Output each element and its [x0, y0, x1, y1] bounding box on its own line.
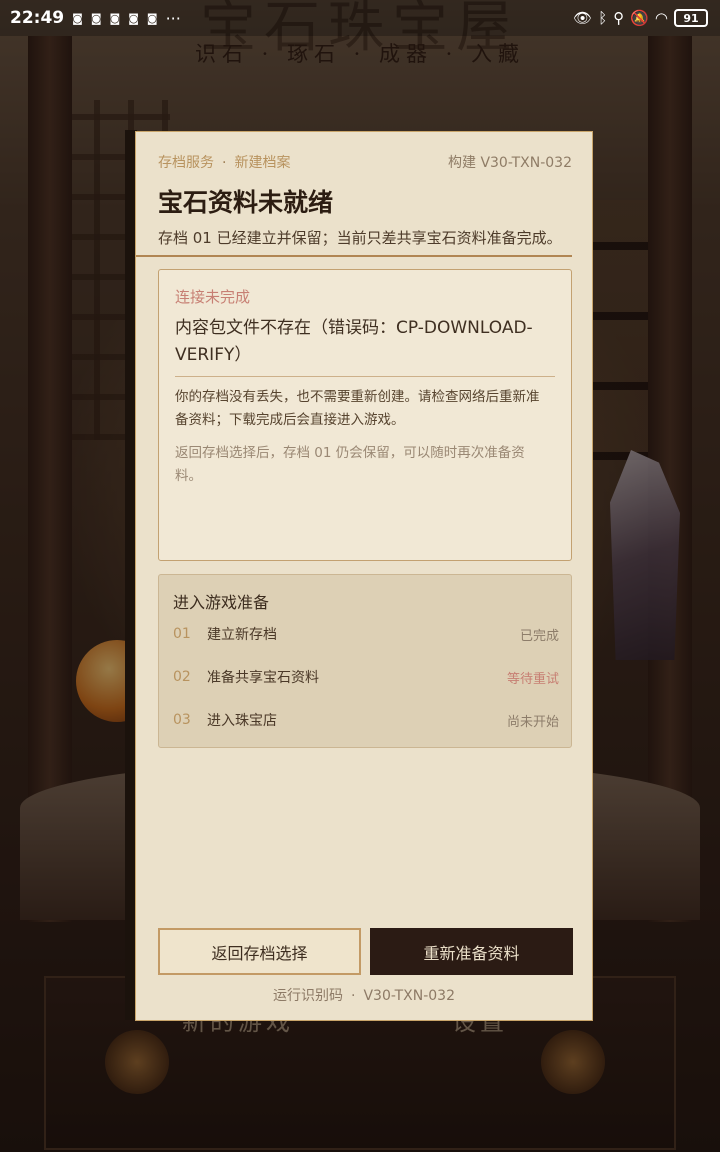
step-number: 02: [173, 669, 191, 685]
step-name: 建立新存档: [207, 627, 277, 643]
wifi-icon: ◠: [654, 9, 668, 27]
step-number: 01: [173, 626, 191, 642]
retry-prepare-button[interactable]: 重新准备资料: [370, 928, 573, 975]
app-notification-icon: ◙: [146, 11, 158, 25]
error-description: 你的存档没有丢失，也不需要重新创建。请检查网络后重新准备资料；下载完成后会直接进…: [175, 389, 540, 428]
step-name: 进入珠宝店: [207, 713, 277, 729]
header-divider: [136, 255, 572, 257]
back-to-save-select-button[interactable]: 返回存档选择: [158, 928, 361, 975]
more-notifications-icon: ···: [165, 8, 181, 28]
step-item: 01 建立新存档 已完成: [173, 622, 559, 646]
error-card: 连接未完成 内容包文件不存在（错误码：CP-DOWNLOAD-VERIFY） 你…: [158, 269, 572, 561]
status-time: 22:49: [10, 8, 65, 28]
breadcrumb-item: 存档服务: [158, 155, 214, 171]
breadcrumb-item: 新建档案: [234, 155, 291, 171]
app-notification-icon: ◙: [72, 11, 83, 25]
breadcrumb-separator: ·: [222, 155, 227, 171]
build-version: 构建 V30-TXN-032: [448, 155, 572, 171]
app-notification-icon: ◙: [109, 11, 121, 25]
dialog-subtitle: 存档 01 已经建立并保留；当前只差共享宝石资料准备完成。: [158, 229, 562, 247]
battery-icon: 91: [674, 9, 708, 27]
step-item: 03 进入珠宝店 尚未开始: [173, 708, 559, 732]
error-divider: [175, 376, 555, 377]
save-data-dialog: 存档服务 · 新建档案 构建 V30-TXN-032 宝石资料未就绪 存档 01 已…: [135, 131, 593, 1021]
runtime-separator: ·: [351, 988, 356, 1004]
status-bar: 22:49 ◙ ◙ ◙ ◙ ◙ ··· 👁 ᛒ ⚲ 🔕 ◠ 91: [0, 0, 720, 36]
step-status: 已完成: [519, 628, 559, 644]
runtime-code: V30-TXN-032: [363, 988, 455, 1004]
eye-icon: 👁: [573, 9, 593, 27]
step-status: 尚未开始: [506, 714, 559, 730]
location-icon: ⚲: [613, 9, 625, 27]
app-notification-icon: ◙: [90, 11, 102, 25]
error-note: 返回存档选择后，存档 01 仍会保留，可以随时再次准备资料。: [175, 445, 525, 484]
breadcrumb: 存档服务 · 新建档案: [158, 152, 290, 172]
app-notification-icon: ◙: [128, 11, 139, 25]
progress-steps: 进入游戏准备 01 建立新存档 已完成 02 准备共享宝石资料 等待重试 03 …: [158, 574, 572, 748]
error-label: 连接未完成: [175, 288, 251, 306]
error-message: 内容包文件不存在（错误码：CP-DOWNLOAD-VERIFY）: [175, 318, 533, 365]
bluetooth-icon: ᛒ: [598, 9, 608, 27]
runtime-label: 运行识别码: [273, 988, 343, 1004]
step-status: 等待重试: [506, 671, 559, 687]
step-name: 准备共享宝石资料: [207, 670, 319, 686]
steps-title: 进入游戏准备: [173, 593, 270, 612]
step-number: 03: [173, 712, 191, 728]
mute-bell-icon: 🔕: [630, 9, 649, 27]
runtime-id: 运行识别码 · V30-TXN-032: [136, 985, 592, 1005]
step-item: 02 准备共享宝石资料 等待重试: [173, 665, 559, 689]
dialog-title: 宝石资料未就绪: [158, 188, 334, 217]
